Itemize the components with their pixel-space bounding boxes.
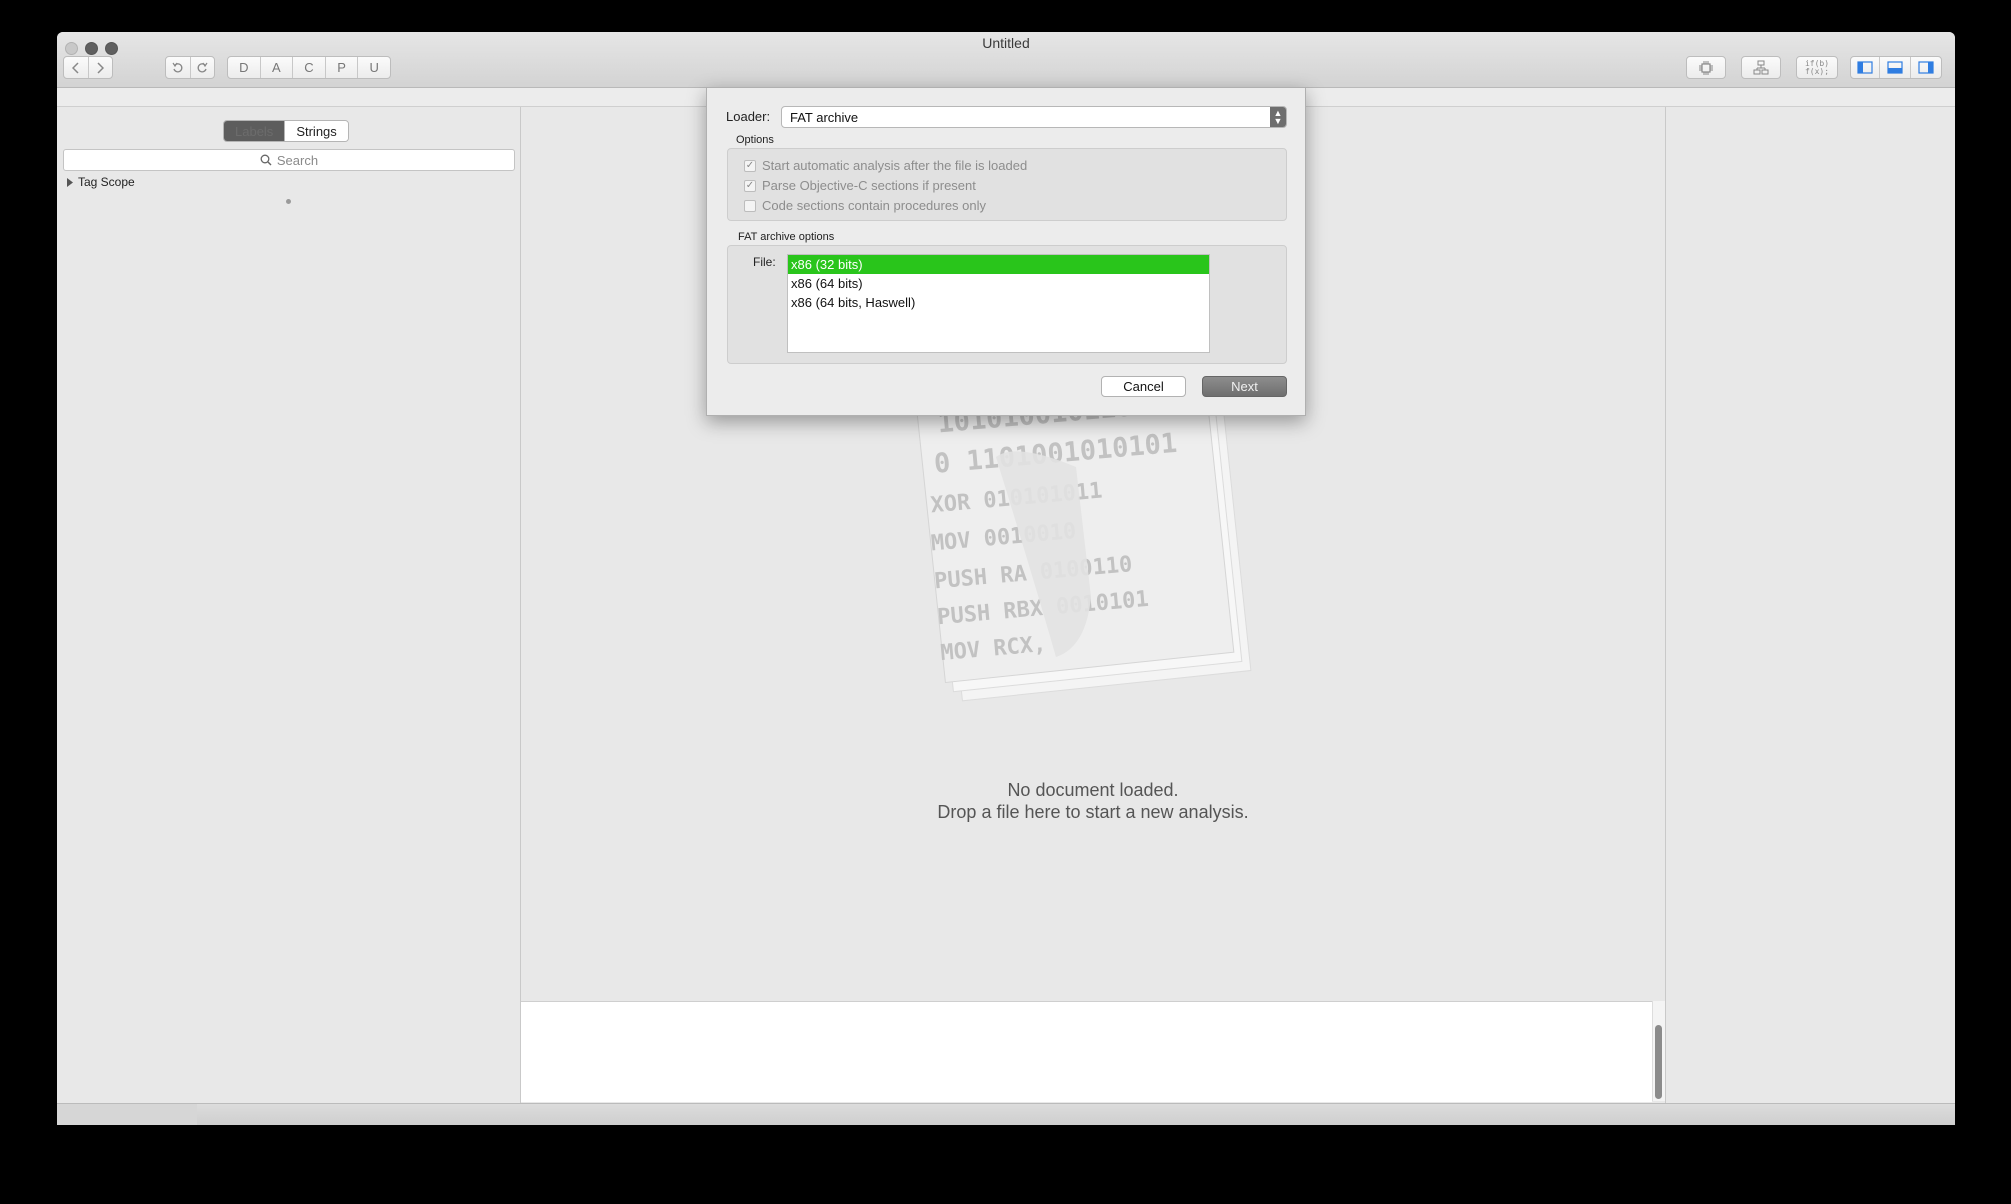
- pseudo-code-button[interactable]: if(b) f(x);: [1796, 56, 1838, 79]
- undo-icon: [172, 62, 183, 73]
- search-placeholder: Search: [276, 152, 319, 168]
- option-label: Parse Objective-C sections if present: [762, 178, 976, 193]
- navigation-group: [63, 56, 113, 79]
- mode-button-a[interactable]: A: [261, 57, 294, 78]
- right-pane-icon: [1918, 61, 1934, 74]
- mode-button-d[interactable]: D: [228, 57, 261, 78]
- empty-state-title: No document loaded.: [1007, 780, 1179, 800]
- back-button[interactable]: [64, 57, 89, 78]
- file-list[interactable]: x86 (32 bits) x86 (64 bits) x86 (64 bits…: [787, 254, 1210, 353]
- mode-button-c[interactable]: C: [293, 57, 326, 78]
- console-pane[interactable]: [521, 1001, 1652, 1102]
- mode-button-p[interactable]: P: [326, 57, 359, 78]
- pseudo-code-line2: f(x);: [1804, 66, 1830, 76]
- option-label: Code sections contain procedures only: [762, 198, 987, 213]
- option-procedures-only[interactable]: Code sections contain procedures only: [744, 198, 986, 213]
- undo-redo-group: [165, 56, 215, 79]
- sidebar-tab-switcher: Labels Strings: [223, 120, 349, 142]
- forward-button[interactable]: [89, 57, 113, 78]
- file-label: File:: [753, 255, 776, 269]
- redo-icon: [197, 62, 208, 73]
- toggle-left-pane-button[interactable]: [1851, 57, 1881, 78]
- checkbox-checked-icon[interactable]: ✓: [744, 179, 756, 192]
- chevron-right-icon: [97, 61, 105, 74]
- chevron-left-icon: [71, 61, 79, 74]
- option-parse-objc[interactable]: ✓ Parse Objective-C sections if present: [744, 178, 976, 193]
- mode-button-u[interactable]: U: [358, 57, 390, 78]
- tab-strings[interactable]: Strings: [284, 121, 348, 141]
- toggle-bottom-pane-button[interactable]: [1880, 57, 1911, 78]
- left-pane-icon: [1857, 61, 1873, 74]
- chevron-up-down-icon[interactable]: ▲ ▼: [1270, 107, 1286, 127]
- option-label: Start automatic analysis after the file …: [762, 158, 1028, 173]
- left-sidebar: Labels Strings Search Tag Scope: [57, 107, 521, 1107]
- title-bar: Untitled D A C P U if(b) f(x);: [57, 32, 1955, 88]
- cancel-button[interactable]: Cancel: [1101, 376, 1186, 397]
- flow-graph-icon: [1753, 60, 1769, 74]
- disclosure-triangle-icon[interactable]: [66, 177, 74, 187]
- options-group: ✓ Start automatic analysis after the fil…: [727, 148, 1287, 221]
- loader-select-value: FAT archive: [790, 109, 859, 125]
- options-header: Options: [736, 134, 774, 146]
- file-list-item[interactable]: x86 (64 bits): [788, 274, 1209, 293]
- fat-options-header: FAT archive options: [738, 231, 835, 243]
- search-icon: [260, 154, 272, 166]
- layout-toggle-group: [1850, 56, 1942, 79]
- tree-item-label: Tag Scope: [78, 175, 135, 189]
- status-bar: [57, 1103, 1955, 1125]
- tab-labels[interactable]: Labels: [224, 121, 285, 141]
- cpu-button[interactable]: [1686, 56, 1726, 79]
- loader-select[interactable]: FAT archive ▲ ▼: [781, 106, 1287, 128]
- checkbox-unchecked-icon[interactable]: [744, 199, 756, 212]
- empty-state-subtitle: Drop a file here to start a new analysis…: [937, 802, 1249, 822]
- console-scroll-thumb[interactable]: [1655, 1025, 1662, 1099]
- right-inspector-pane: [1665, 107, 1955, 1107]
- file-list-item-selected[interactable]: x86 (32 bits): [788, 255, 1209, 274]
- undo-button[interactable]: [166, 57, 191, 78]
- option-auto-analysis[interactable]: ✓ Start automatic analysis after the fil…: [744, 158, 1027, 173]
- loader-label: Loader:: [726, 109, 771, 124]
- bottom-pane-icon: [1887, 61, 1903, 74]
- progress-dot: [286, 199, 291, 204]
- status-bar-segment: [57, 1104, 197, 1125]
- search-input[interactable]: Search: [63, 149, 515, 171]
- loader-dialog: Loader: FAT archive ▲ ▼ Options ✓ Start a…: [706, 87, 1306, 416]
- next-button[interactable]: Next: [1202, 376, 1287, 397]
- mode-button-group: D A C P U: [227, 56, 391, 79]
- checkbox-checked-icon[interactable]: ✓: [744, 159, 756, 172]
- file-list-item[interactable]: x86 (64 bits, Haswell): [788, 293, 1209, 312]
- tree-item-tag-scope[interactable]: Tag Scope: [66, 175, 135, 189]
- window-title: Untitled: [982, 35, 1030, 51]
- chip-icon: [1699, 60, 1713, 75]
- redo-button[interactable]: [191, 57, 215, 78]
- control-flow-graph-button[interactable]: [1741, 56, 1781, 79]
- toggle-right-pane-button[interactable]: [1911, 57, 1941, 78]
